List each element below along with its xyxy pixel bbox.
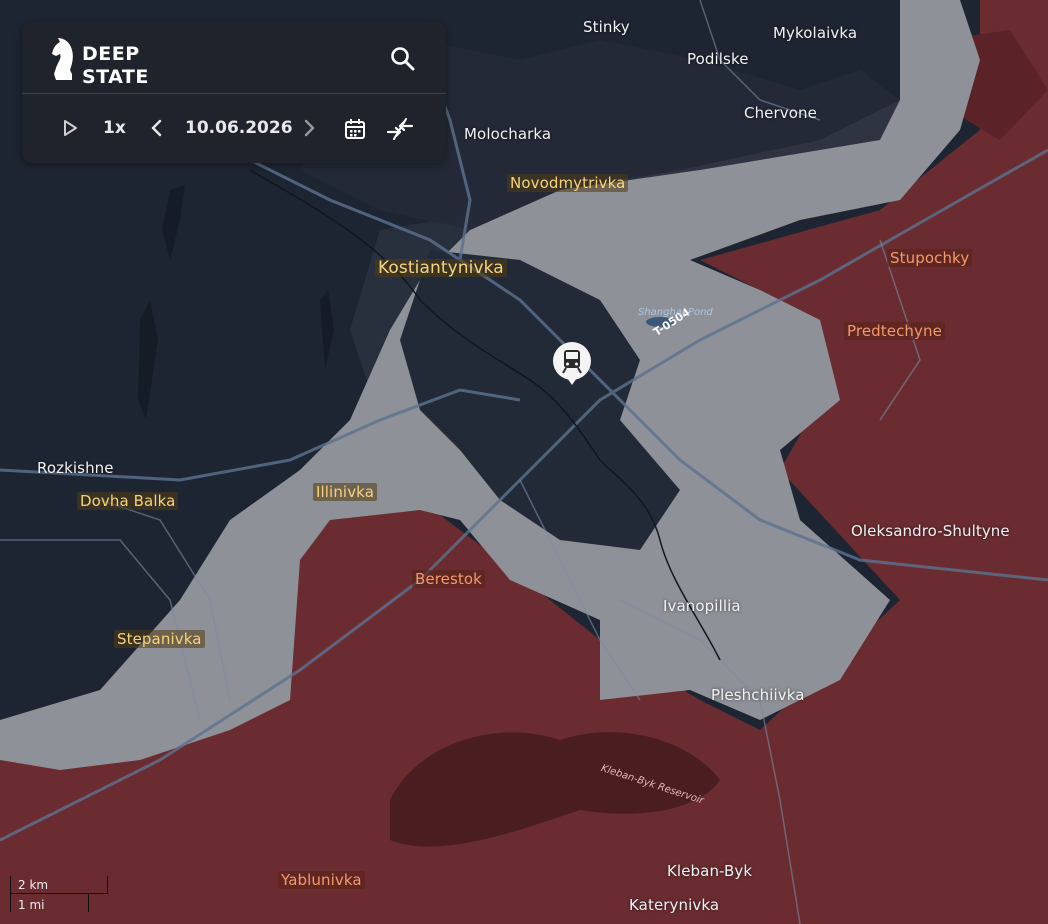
next-day-button[interactable]: [300, 117, 318, 139]
scale-line: [10, 893, 108, 894]
brand-logo[interactable]: DEEP STATE: [50, 34, 180, 88]
calendar-icon: [345, 119, 365, 139]
scale-tick: [10, 876, 11, 893]
chevron-left-icon: [151, 119, 162, 137]
place-label: Berestok: [412, 570, 485, 588]
place-label: Illinivka: [313, 483, 377, 501]
railway-station-marker[interactable]: [551, 341, 593, 387]
scale-tick: [107, 876, 108, 893]
place-label: Podilske: [687, 50, 749, 68]
place-label: Kostiantynivka: [375, 259, 507, 277]
scale-mi: 1 mi: [18, 898, 45, 912]
place-label: Dovha Balka: [77, 492, 179, 510]
compare-button[interactable]: [386, 117, 414, 140]
control-panel: DEEP STATE 1x 10.06.2026: [22, 22, 446, 163]
brand-line-2: STATE: [82, 66, 149, 88]
current-date[interactable]: 10.06.2026: [185, 117, 293, 139]
brand-name: DEEP STATE: [82, 43, 149, 89]
play-button[interactable]: [60, 117, 80, 139]
place-label: Stepanivka: [114, 630, 205, 648]
railway-station-icon: [553, 342, 591, 385]
place-label: Kleban-Byk: [667, 862, 753, 880]
chess-knight-icon: [52, 38, 73, 80]
play-icon: [64, 120, 77, 136]
scale-bar: 2 km 1 mi: [8, 874, 110, 916]
place-label: Chervone: [744, 104, 817, 122]
place-label: Katerynivka: [629, 896, 720, 914]
search-icon: [391, 47, 415, 71]
place-label: Pleshchiivka: [711, 686, 805, 704]
place-label: Mykolaivka: [773, 24, 858, 42]
place-label: Ivanopillia: [663, 597, 741, 615]
place-label: Oleksandro-Shultyne: [851, 522, 1010, 540]
scale-tick: [10, 894, 11, 912]
place-label: Stinky: [583, 18, 630, 36]
compare-arrows-icon: [386, 118, 414, 140]
search-button[interactable]: [388, 44, 418, 74]
scale-tick: [88, 894, 89, 912]
place-label: Molocharka: [464, 125, 552, 143]
previous-day-button[interactable]: [148, 117, 166, 139]
place-label: Novodmytrivka: [507, 174, 629, 192]
place-label: Stupochky: [887, 249, 973, 267]
panel-divider: [22, 93, 446, 94]
place-label: Yablunivka: [278, 871, 365, 889]
speed-button[interactable]: 1x: [103, 117, 131, 139]
chevron-right-icon: [304, 119, 315, 137]
place-label: Rozkishne: [37, 459, 114, 477]
scale-km: 2 km: [18, 878, 49, 892]
place-label: Predtechyne: [844, 322, 945, 340]
brand-line-1: DEEP: [82, 43, 140, 65]
calendar-button[interactable]: [343, 117, 367, 139]
water-label: Shanghai Pond: [638, 307, 713, 318]
